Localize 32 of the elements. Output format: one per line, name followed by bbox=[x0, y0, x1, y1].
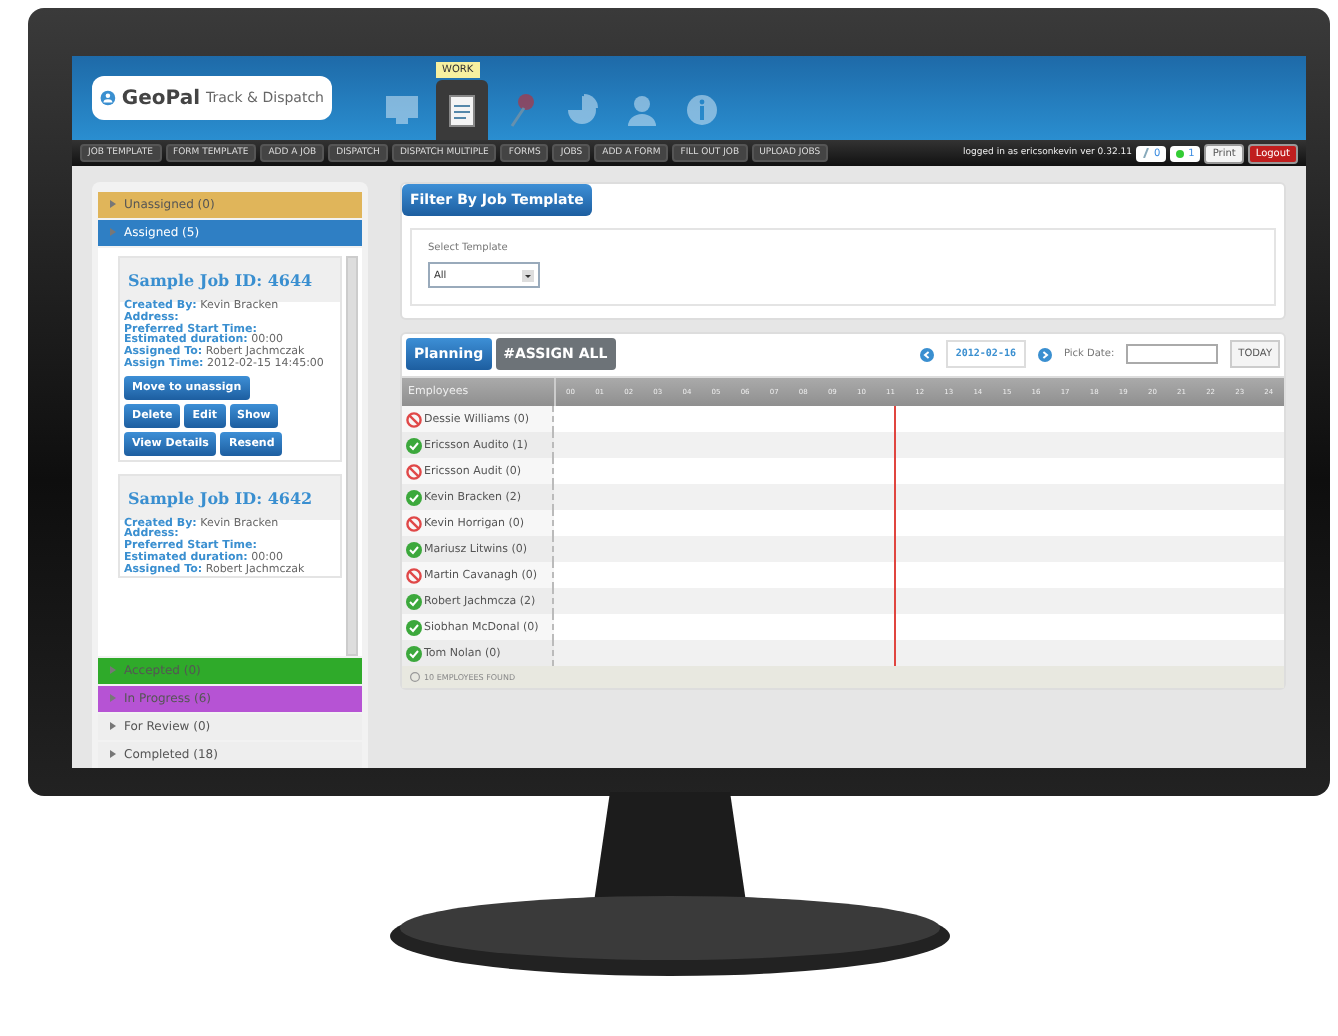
caret-icon bbox=[110, 200, 116, 208]
pie-chart-icon bbox=[566, 94, 598, 126]
check-icon bbox=[406, 489, 422, 505]
check-icon bbox=[406, 593, 422, 609]
next-icon[interactable] bbox=[1037, 347, 1052, 361]
caret-icon bbox=[110, 694, 116, 702]
job-title: Sample Job ID: 4644 bbox=[120, 258, 340, 302]
no-entry-icon bbox=[406, 463, 422, 479]
dropdown-arrow-icon bbox=[522, 269, 534, 281]
caret-icon bbox=[110, 666, 116, 674]
caret-icon bbox=[110, 750, 116, 758]
pencil-icon bbox=[1141, 148, 1150, 158]
caret-icon bbox=[110, 228, 116, 236]
previous-icon[interactable] bbox=[919, 347, 934, 361]
scrollbar[interactable] bbox=[346, 256, 358, 656]
status-dot-icon bbox=[1176, 149, 1185, 157]
info-icon bbox=[686, 94, 718, 126]
check-icon bbox=[406, 541, 422, 557]
logo-name: GeoPal bbox=[121, 87, 201, 109]
pin-icon bbox=[508, 92, 536, 128]
person-icon bbox=[628, 94, 656, 126]
check-icon bbox=[406, 645, 422, 661]
clipboard-icon bbox=[448, 92, 476, 128]
add-icon bbox=[410, 672, 420, 682]
monitor-icon bbox=[384, 94, 420, 126]
no-entry-icon bbox=[406, 515, 422, 531]
check-icon bbox=[406, 437, 422, 453]
caret-icon bbox=[110, 722, 116, 730]
pick-date-field[interactable] bbox=[1126, 344, 1219, 364]
job-title: Sample Job ID: 4642 bbox=[120, 475, 340, 520]
no-entry-icon bbox=[406, 567, 422, 583]
no-entry-icon bbox=[406, 411, 422, 427]
